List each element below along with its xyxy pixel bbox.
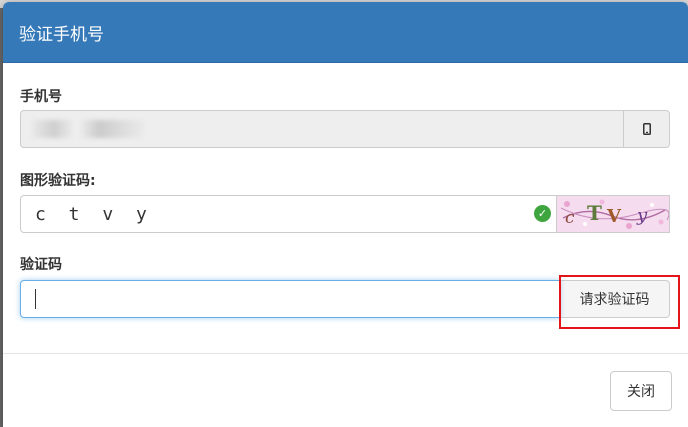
captcha-input[interactable]	[20, 195, 557, 233]
captcha-graphic: c T V y	[557, 196, 669, 232]
modal-header: 验证手机号	[3, 2, 688, 63]
phone-addon	[624, 110, 670, 148]
svg-text:T: T	[587, 201, 602, 225]
phone-label: 手机号	[20, 89, 62, 105]
close-button[interactable]: 关闭	[610, 371, 672, 411]
svg-text:y: y	[636, 205, 648, 226]
modal-title: 验证手机号	[19, 24, 104, 45]
sms-code-label: 验证码	[20, 257, 62, 273]
captcha-image[interactable]: c T V y	[557, 195, 670, 233]
text-caret	[35, 289, 36, 309]
phone-input-group	[20, 110, 670, 148]
check-circle-icon: ✓	[534, 205, 551, 222]
captcha-label: 图形验证码:	[20, 173, 96, 189]
blurred-phone-number	[32, 120, 144, 138]
verify-phone-modal: 验证手机号 手机号 图形验证码: ✓	[3, 2, 688, 427]
highlight-box	[559, 275, 680, 329]
sms-code-input[interactable]	[20, 280, 560, 318]
footer-divider	[3, 353, 688, 354]
svg-text:V: V	[606, 206, 622, 227]
mobile-phone-icon	[642, 123, 651, 135]
svg-text:c: c	[565, 208, 575, 228]
captcha-input-group: ✓ c T V y	[20, 195, 670, 233]
